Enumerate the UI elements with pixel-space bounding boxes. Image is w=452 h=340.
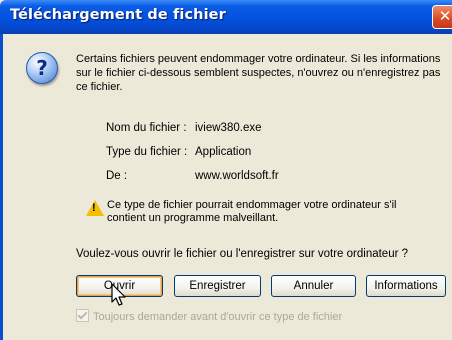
warning-text: Certains fichiers peuvent endommager vot… (76, 53, 441, 93)
cancel-button-label: Annuler (293, 280, 334, 292)
warning-triangle-icon (86, 200, 104, 216)
title-bar[interactable]: Téléchargement de fichier ✕ (0, 0, 452, 34)
save-button-label: Enregistrer (189, 280, 246, 292)
question-icon: ? (26, 52, 58, 84)
always-ask-checkbox-row: Toujours demander avant d'ouvrir ce type… (76, 309, 446, 323)
mouse-cursor-icon (111, 283, 126, 306)
cancel-button[interactable]: Annuler (271, 275, 356, 297)
file-name-value: iview380.exe (195, 122, 262, 134)
file-source-value: www.worldsoft.fr (195, 170, 279, 182)
always-ask-checkbox (76, 309, 89, 322)
info-button-label: Informations (374, 280, 438, 292)
file-type-value: Application (195, 146, 252, 158)
file-source-label: De : (106, 170, 128, 182)
save-button[interactable]: Enregistrer (174, 275, 261, 297)
file-name-label: Nom du fichier : (106, 122, 187, 134)
file-type-label: Type du fichier : (106, 146, 188, 158)
open-or-save-question: Voulez-vous ouvrir le fichier ou l'enreg… (76, 248, 409, 260)
alert-text: Ce type de fichier pourrait endommager v… (107, 199, 397, 224)
window-title: Téléchargement de fichier (10, 7, 226, 23)
info-button[interactable]: Informations (366, 275, 446, 297)
close-button[interactable]: ✕ (432, 5, 452, 29)
always-ask-label: Toujours demander avant d'ouvrir ce type… (93, 311, 343, 323)
